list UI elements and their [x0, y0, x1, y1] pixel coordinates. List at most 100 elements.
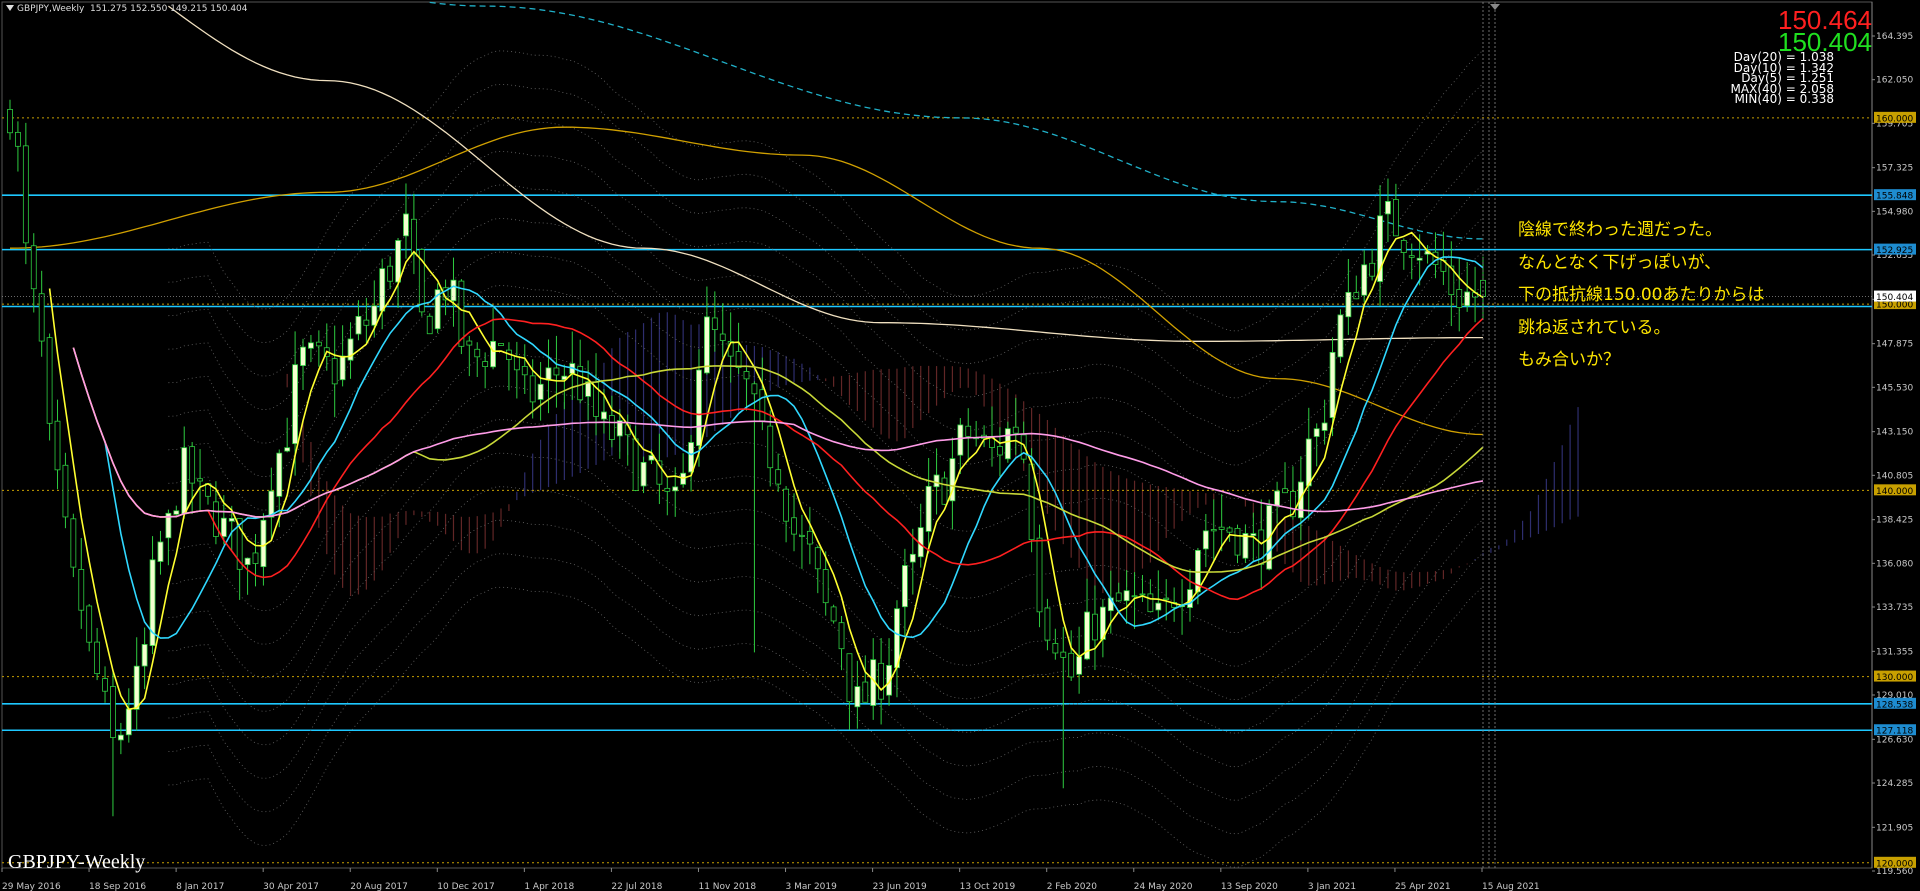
y-tick-label: 133.735 [1876, 603, 1913, 613]
x-tick-label: 30 Apr 2017 [263, 882, 319, 891]
candle-body [901, 565, 908, 608]
candle-body [70, 518, 77, 568]
candle-body [395, 240, 401, 283]
candle-body [426, 315, 433, 335]
chart-watermark: GBPJPY-Weekly [8, 851, 146, 873]
candle-body [1028, 463, 1035, 541]
candle-body [1329, 351, 1336, 418]
candle-body [1068, 652, 1075, 678]
level-tag-label: 128.538 [1876, 700, 1913, 710]
candle-body [308, 342, 314, 349]
candle-body [482, 361, 489, 368]
y-tick-label: 140.805 [1876, 471, 1913, 481]
candle-body [1012, 426, 1019, 434]
candle-body [791, 517, 797, 535]
candle-body [513, 356, 520, 371]
envelope-upper-6 [168, 116, 1484, 399]
candle-body [529, 375, 536, 403]
candle-body [806, 530, 813, 545]
stats-panel: Day(20) = 1.038 Day(10) = 1.342 Day(5) =… [1731, 51, 1834, 106]
candle-body [466, 340, 473, 346]
y-tick-label: 143.150 [1876, 428, 1913, 438]
candle-body [672, 486, 679, 492]
y-tick-label: 136.080 [1876, 559, 1913, 569]
candle-body [474, 348, 481, 358]
annotation-line-2: なんとなく下げっぽいが、 [1518, 252, 1722, 273]
candle-body [189, 446, 196, 484]
candle-body [997, 446, 1003, 456]
candle-body [1313, 428, 1320, 437]
candle-body [498, 343, 504, 346]
stat-min40: MIN(40) = 0.338 [1734, 92, 1834, 106]
candle-body [125, 708, 132, 736]
x-tick-label: 11 Nov 2018 [698, 882, 756, 891]
candle-body [1131, 595, 1138, 598]
candle-body [640, 461, 647, 487]
candle-body [759, 389, 766, 422]
candle-body [1321, 422, 1328, 431]
candle-body [799, 534, 805, 537]
candle-body [292, 364, 298, 445]
candle-body [1416, 257, 1423, 261]
candle-body [157, 541, 164, 562]
symbol-label: GBPJPY,Weekly [17, 4, 85, 14]
chart-canvas: 164.395162.050159.705157.325154.980152.6… [1, 1, 1916, 891]
candle-body [632, 438, 639, 491]
y-tick-label: 162.050 [1876, 76, 1913, 86]
level-tag-label: 130.000 [1876, 673, 1913, 683]
candle-body [1092, 613, 1098, 641]
candle-body [1385, 201, 1391, 215]
candle-body [965, 425, 972, 437]
candle-body [822, 569, 829, 604]
candle-body [933, 474, 940, 488]
candle-body [363, 319, 370, 326]
candle-body [15, 131, 21, 147]
candle-body [941, 477, 948, 505]
candle-body [1202, 530, 1209, 550]
candle-body [1282, 488, 1288, 494]
candle-body [102, 678, 108, 692]
x-tick-label: 29 May 2016 [2, 882, 61, 891]
candle-body [601, 411, 607, 420]
long-curve-2 [429, 1, 1484, 240]
scroll-marker-icon [1490, 4, 1500, 10]
candle-body [331, 358, 338, 385]
candle-body [1250, 533, 1257, 537]
candle-body [62, 464, 69, 518]
candle-body [284, 447, 291, 452]
y-tick-label: 121.905 [1876, 823, 1913, 833]
current-price-label: 150.404 [1876, 293, 1913, 303]
candle-body [688, 442, 694, 473]
candle-body [767, 425, 774, 469]
candle-body [1218, 526, 1225, 530]
y-tick-label: 157.325 [1876, 164, 1913, 174]
x-tick-label: 8 Jan 2017 [176, 882, 224, 891]
x-tick-label: 2 Feb 2020 [1047, 882, 1098, 891]
level-tag-label: 155.848 [1876, 192, 1913, 202]
candle-body [1400, 240, 1407, 253]
candle-body [1210, 529, 1217, 532]
candle-body [1139, 593, 1146, 596]
envelope-lower-8 [168, 586, 1484, 868]
candle-body [7, 109, 13, 134]
candle-body [300, 346, 306, 366]
candle-body [1044, 607, 1051, 641]
y-tick-label: 126.630 [1876, 735, 1913, 745]
candle-body [957, 424, 964, 456]
x-tick-label: 3 Mar 2019 [786, 882, 838, 891]
candle-body [696, 369, 702, 446]
candle-body [751, 383, 758, 395]
candle-body [315, 341, 322, 347]
candle-body [450, 279, 457, 302]
x-tick-label: 22 Jul 2018 [611, 882, 662, 891]
candle-body [854, 686, 861, 708]
candle-body [743, 371, 750, 380]
candle-body [173, 510, 180, 515]
candle-body [1076, 656, 1083, 675]
candle-body [78, 569, 85, 611]
dropdown-triangle-icon[interactable] [6, 5, 14, 11]
candle-body [1226, 527, 1233, 533]
long-curve-0 [168, 5, 1483, 342]
candle-body [1274, 490, 1280, 507]
candle-body [1242, 533, 1249, 559]
